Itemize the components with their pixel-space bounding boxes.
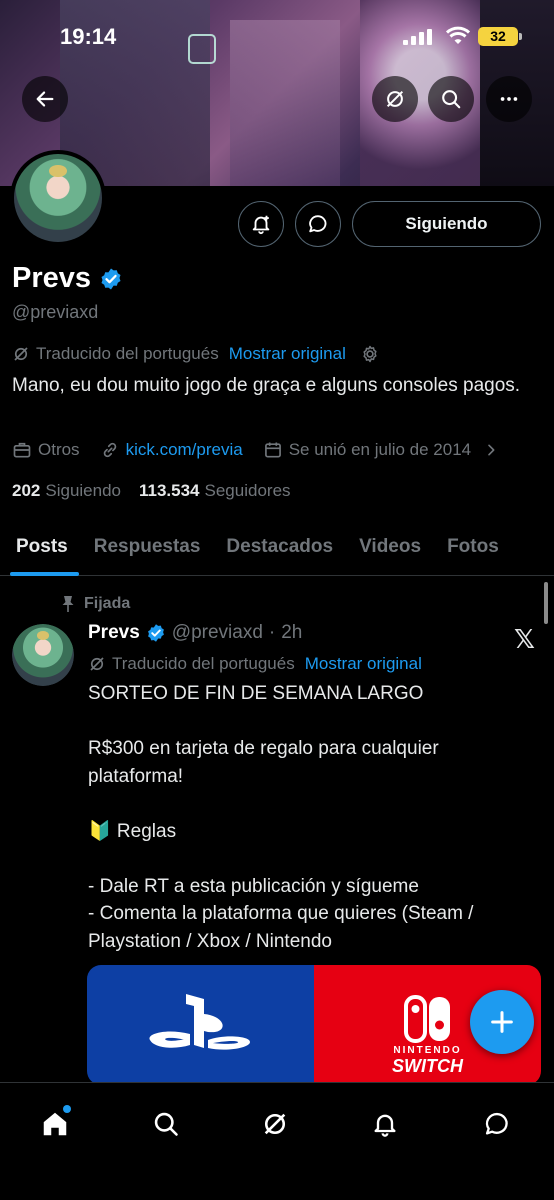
- more-button[interactable]: [486, 76, 532, 122]
- scrollbar[interactable]: [544, 582, 548, 624]
- post-line: R$300 en tarjeta de regalo para cualquie…: [88, 738, 439, 787]
- show-original-link[interactable]: Mostrar original: [229, 344, 346, 364]
- post-text: SORTEO DE FIN DE SEMANA LARGO R$300 en t…: [88, 680, 538, 955]
- following-count: 202: [12, 481, 41, 500]
- tab-highlights[interactable]: Destacados: [213, 518, 346, 576]
- grok-icon: [90, 657, 104, 671]
- profile-tabs: Posts Respuestas Destacados Videos Fotos: [0, 518, 554, 576]
- bio-translation-row: Traducido del portugués Mostrar original: [12, 344, 380, 364]
- verified-badge-icon: [147, 624, 164, 642]
- back-button[interactable]: [22, 76, 68, 122]
- tab-replies[interactable]: Respuestas: [81, 518, 214, 576]
- pinned-label: Fijada: [84, 595, 131, 612]
- profile-meta-row: Otros kick.com/previa Se unió en julio d…: [12, 440, 519, 460]
- post-line: [88, 790, 538, 818]
- post-author-avatar[interactable]: [12, 624, 74, 686]
- search-icon: [442, 90, 461, 109]
- calendar-icon: [264, 442, 281, 458]
- post-translated-from-label: Traducido del portugués: [112, 654, 295, 673]
- message-icon: [309, 215, 327, 233]
- nintendo-switch-logo-icon: [403, 995, 450, 1043]
- post-author-name[interactable]: Prevs: [88, 622, 140, 644]
- following-label: Siguiendo: [45, 481, 121, 500]
- post-separator-dot: ·: [268, 622, 276, 643]
- post-translation-row: Traducido del portugués Mostrar original: [88, 654, 422, 674]
- profile-category: Otros: [38, 440, 80, 459]
- followers-stat[interactable]: 113.534 Seguidores: [139, 481, 291, 501]
- tab-posts[interactable]: Posts: [0, 518, 81, 576]
- grok-icon: [14, 347, 28, 361]
- grok-icon: [264, 1113, 286, 1135]
- profile-name-row: Prevs: [12, 262, 123, 295]
- post-show-original-link[interactable]: Mostrar original: [305, 654, 422, 674]
- followers-count: 113.534: [139, 481, 200, 500]
- profile-bio: Mano, eu dou muito jogo de graça e algun…: [12, 375, 521, 396]
- wifi-icon: [446, 26, 470, 44]
- more-icon: [500, 97, 518, 101]
- profile-avatar[interactable]: [10, 150, 106, 246]
- compose-plus-icon: [491, 1011, 513, 1033]
- grok-button[interactable]: [372, 76, 418, 122]
- compose-post-button[interactable]: [470, 990, 534, 1054]
- profile-handle: @previaxd: [12, 302, 99, 322]
- envelope-icon: [485, 1112, 508, 1135]
- home-icon: [43, 1112, 67, 1136]
- home-unread-dot: [63, 1105, 71, 1113]
- translated-from-label: Traducido del portugués: [36, 344, 219, 363]
- post-line: - Dale RT a esta publicación y sígueme: [88, 875, 419, 897]
- nav-home[interactable]: [32, 1101, 78, 1147]
- briefcase-icon: [13, 442, 31, 458]
- post-header: Prevs @previaxd · 2h: [88, 622, 302, 644]
- post-author-handle: @previaxd: [171, 622, 263, 643]
- nav-messages[interactable]: [474, 1101, 520, 1147]
- post-line: [88, 845, 538, 873]
- profile-website-link[interactable]: kick.com/previa: [126, 440, 243, 460]
- message-button[interactable]: [295, 201, 341, 247]
- battery-indicator: 32: [478, 27, 522, 46]
- following-stat[interactable]: 202 Siguiendo: [12, 481, 121, 501]
- profile-name: Prevs: [12, 262, 92, 294]
- nav-search[interactable]: [143, 1101, 189, 1147]
- nav-grok[interactable]: [252, 1101, 298, 1147]
- cellular-signal-icon: [403, 29, 432, 45]
- notification-bell-icon: [252, 215, 270, 235]
- followers-label: Seguidores: [204, 481, 291, 500]
- tab-videos[interactable]: Videos: [346, 518, 434, 576]
- post-line: [88, 708, 538, 736]
- post-line: 🔰 Reglas: [88, 820, 177, 842]
- post-line: SORTEO DE FIN DE SEMANA LARGO: [88, 683, 424, 704]
- search-icon: [154, 1112, 178, 1136]
- tab-photos[interactable]: Fotos: [434, 518, 512, 576]
- grok-icon: [386, 90, 404, 108]
- x-logo-icon: 𝕏: [514, 624, 535, 654]
- bell-icon: [374, 1114, 396, 1137]
- settings-gear-icon[interactable]: [360, 344, 380, 364]
- switch-brand-text: SWITCH: [392, 1056, 463, 1076]
- nav-notifications[interactable]: [362, 1101, 408, 1147]
- chevron-right-icon[interactable]: [483, 442, 499, 458]
- bottom-navigation: [0, 1082, 554, 1200]
- link-icon: [103, 442, 116, 458]
- back-arrow-icon: [36, 91, 54, 107]
- playstation-panel: [87, 965, 314, 1085]
- search-button[interactable]: [428, 76, 474, 122]
- post-time: 2h: [281, 622, 303, 643]
- notifications-subscribe-button[interactable]: [238, 201, 284, 247]
- playstation-logo-icon: [148, 994, 250, 1050]
- profile-joined-date: Se unió en julio de 2014: [288, 440, 472, 459]
- verified-badge-icon[interactable]: [99, 267, 123, 291]
- post-line: - Comenta la plataforma que quieres (Ste…: [88, 903, 474, 952]
- following-button[interactable]: Siguiendo: [352, 201, 541, 247]
- pin-icon: [62, 596, 74, 612]
- pinned-label-row: Fijada: [60, 595, 130, 613]
- nintendo-brand-text: NINTENDO: [393, 1045, 462, 1056]
- status-bar: 19:14 32: [0, 0, 554, 70]
- status-time: 19:14: [60, 24, 117, 49]
- follow-stats: 202 Siguiendo 113.534 Seguidores: [12, 481, 291, 501]
